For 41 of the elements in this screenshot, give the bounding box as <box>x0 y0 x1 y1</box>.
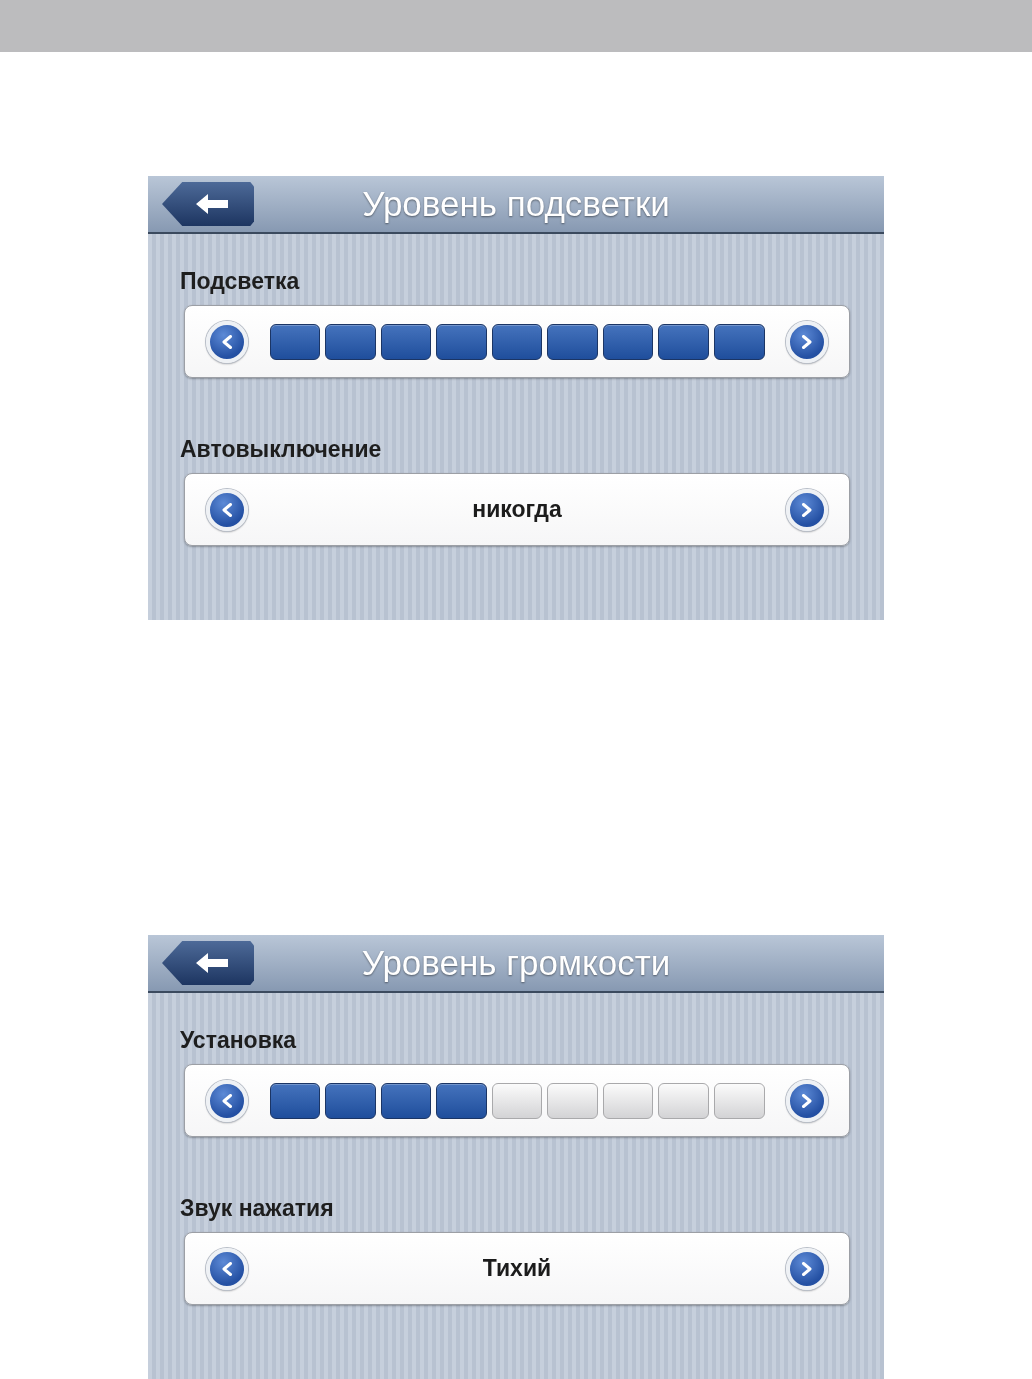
previous-button[interactable] <box>206 320 248 363</box>
setting-label: Звук нажатия <box>180 1195 334 1221</box>
screen-title: Уровень громкости <box>361 943 671 983</box>
setting-value: Тихий <box>482 1255 552 1282</box>
arrow-left-icon <box>196 953 228 973</box>
chevron-right-icon <box>801 334 813 349</box>
chevron-left-icon <box>221 1261 233 1276</box>
arrow-left-icon <box>196 194 228 214</box>
setting-label: Установка <box>180 1027 297 1053</box>
level-segment[interactable] <box>269 323 321 360</box>
level-segment[interactable] <box>436 1082 487 1119</box>
chevron-left-icon <box>221 502 233 517</box>
level-segment[interactable] <box>602 323 654 360</box>
chevron-right-icon <box>801 1093 813 1108</box>
screen-title: Уровень подсветки <box>362 184 670 224</box>
previous-button[interactable] <box>206 488 248 531</box>
level-segment[interactable] <box>436 323 487 360</box>
level-segment[interactable] <box>547 323 598 360</box>
level-segment[interactable] <box>269 1082 321 1119</box>
next-button[interactable] <box>786 320 828 363</box>
next-button[interactable] <box>786 488 828 531</box>
level-segment[interactable] <box>380 1082 432 1119</box>
previous-button[interactable] <box>206 1247 248 1290</box>
next-button[interactable] <box>786 1079 828 1122</box>
back-button[interactable] <box>162 941 254 985</box>
setting-value: никогда <box>472 496 562 523</box>
chevron-right-icon <box>801 1261 813 1276</box>
level-segment[interactable] <box>658 323 709 360</box>
chevron-right-icon <box>801 502 813 517</box>
level-segment[interactable] <box>325 1082 376 1119</box>
level-segment[interactable] <box>380 323 432 360</box>
chevron-left-icon <box>221 1093 233 1108</box>
back-button[interactable] <box>162 182 254 226</box>
setting-label: Автовыключение <box>180 436 382 462</box>
level-segment[interactable] <box>325 323 376 360</box>
level-segment[interactable] <box>714 323 765 360</box>
chevron-left-icon <box>221 334 233 349</box>
level-segment[interactable] <box>491 323 543 360</box>
next-button[interactable] <box>786 1247 828 1290</box>
previous-button[interactable] <box>206 1079 248 1122</box>
setting-label: Подсветка <box>180 268 300 294</box>
